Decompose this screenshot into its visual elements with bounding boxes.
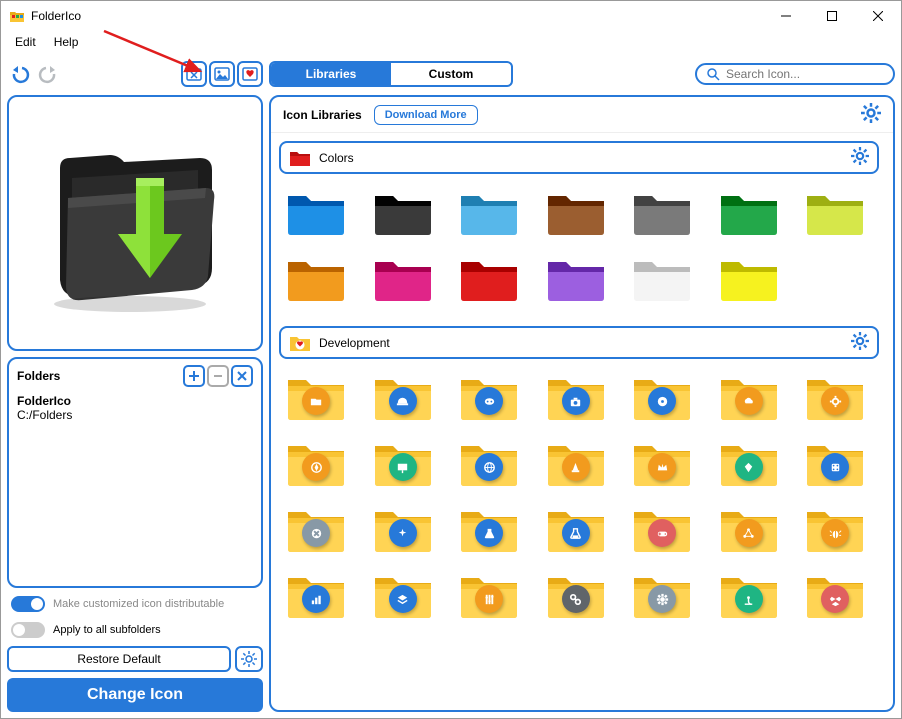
redo-button[interactable] [35,61,61,87]
titlebar: FolderIco [1,1,901,31]
folder-item-name: FolderIco [17,394,253,408]
dev-folder-icon[interactable] [458,439,520,487]
menubar: Edit Help [1,31,901,53]
close-folder-button[interactable] [231,365,253,387]
category-header-colors[interactable]: Colors [279,141,879,174]
dev-folder-icon[interactable] [718,373,780,421]
reset-icon-button[interactable] [181,61,207,87]
tab-custom[interactable]: Custom [391,63,511,85]
dev-folder-icon[interactable] [285,571,347,619]
color-folder-icon[interactable] [458,188,520,236]
restore-default-button[interactable]: Restore Default [7,646,231,672]
dev-folder-icon[interactable] [285,373,347,421]
color-folder-icon[interactable] [372,254,434,302]
minimize-button[interactable] [763,1,809,31]
folders-heading: Folders [17,369,60,383]
dev-folder-icon[interactable] [631,373,693,421]
libraries-settings-button[interactable] [861,103,881,126]
folders-panel: Folders FolderIco C:/Folders [7,357,263,588]
dev-folder-icon[interactable] [372,505,434,553]
dev-folder-icon[interactable] [458,505,520,553]
toggle-subfolders[interactable] [11,622,45,638]
folder-icon [289,149,311,167]
menu-edit[interactable]: Edit [7,33,44,51]
folder-icon [289,334,311,352]
color-folder-icon[interactable] [285,254,347,302]
color-folder-icon[interactable] [718,254,780,302]
dev-folder-icon[interactable] [804,373,866,421]
menu-help[interactable]: Help [46,33,87,51]
libraries-scroll[interactable]: Colors [271,133,893,710]
colors-grid [279,188,879,302]
dev-folder-icon[interactable] [804,439,866,487]
category-settings-button[interactable] [851,147,869,168]
left-toolbar [7,59,263,89]
toggle-distributable-row: Make customized icon distributable [7,594,263,614]
color-folder-icon[interactable] [458,254,520,302]
restore-settings-button[interactable] [235,646,263,672]
change-icon-button[interactable]: Change Icon [7,678,263,712]
dev-folder-icon[interactable] [458,373,520,421]
dev-folder-icon[interactable] [372,571,434,619]
dev-folder-icon[interactable] [718,439,780,487]
color-folder-icon[interactable] [372,188,434,236]
dev-folder-icon[interactable] [372,373,434,421]
icon-preview [7,95,263,351]
dev-folder-icon[interactable] [804,505,866,553]
dev-folder-icon[interactable] [285,505,347,553]
from-image-button[interactable] [209,61,235,87]
dev-folder-icon[interactable] [545,373,607,421]
dev-folder-icon[interactable] [458,571,520,619]
dev-folder-icon[interactable] [372,439,434,487]
toggle-subfolders-row: Apply to all subfolders [7,620,263,640]
remove-folder-button[interactable] [207,365,229,387]
favorites-button[interactable] [237,61,263,87]
dev-folder-icon[interactable] [545,505,607,553]
category-header-development[interactable]: Development [279,326,879,359]
toggle-distributable[interactable] [11,596,45,612]
dev-folder-icon[interactable] [718,505,780,553]
dev-folder-icon[interactable] [285,439,347,487]
category-title: Development [319,336,843,350]
dev-folder-icon[interactable] [631,505,693,553]
search-box[interactable] [695,63,895,85]
dev-folder-icon[interactable] [545,439,607,487]
development-grid [279,373,879,619]
folder-list: FolderIco C:/Folders [17,393,253,580]
libraries-heading: Icon Libraries [283,108,362,122]
dev-folder-icon[interactable] [718,571,780,619]
color-folder-icon[interactable] [804,188,866,236]
dev-folder-icon[interactable] [631,439,693,487]
dev-folder-icon[interactable] [545,571,607,619]
dev-folder-icon[interactable] [804,571,866,619]
color-folder-icon[interactable] [285,188,347,236]
color-folder-icon[interactable] [631,188,693,236]
toggle-distributable-label: Make customized icon distributable [53,598,224,610]
close-button[interactable] [855,1,901,31]
dev-folder-icon[interactable] [631,571,693,619]
folder-item-path: C:/Folders [17,408,253,422]
search-icon [707,68,720,81]
category-settings-button[interactable] [851,332,869,353]
tab-row: Libraries Custom [269,59,895,89]
color-folder-icon[interactable] [545,254,607,302]
add-folder-button[interactable] [183,365,205,387]
libraries-panel: Icon Libraries Download More Colors [269,95,895,712]
color-folder-icon[interactable] [545,188,607,236]
titlebar-title: FolderIco [31,9,81,23]
folder-item[interactable]: FolderIco C:/Folders [17,393,253,423]
maximize-button[interactable] [809,1,855,31]
toggle-subfolders-label: Apply to all subfolders [53,624,161,636]
color-folder-icon[interactable] [718,188,780,236]
color-folder-icon[interactable] [631,254,693,302]
tab-segment: Libraries Custom [269,61,513,87]
category-title: Colors [319,151,843,165]
tab-libraries[interactable]: Libraries [271,63,391,85]
app-icon [9,8,25,24]
search-input[interactable] [726,67,883,81]
undo-button[interactable] [7,61,33,87]
download-more-button[interactable]: Download More [374,105,478,125]
